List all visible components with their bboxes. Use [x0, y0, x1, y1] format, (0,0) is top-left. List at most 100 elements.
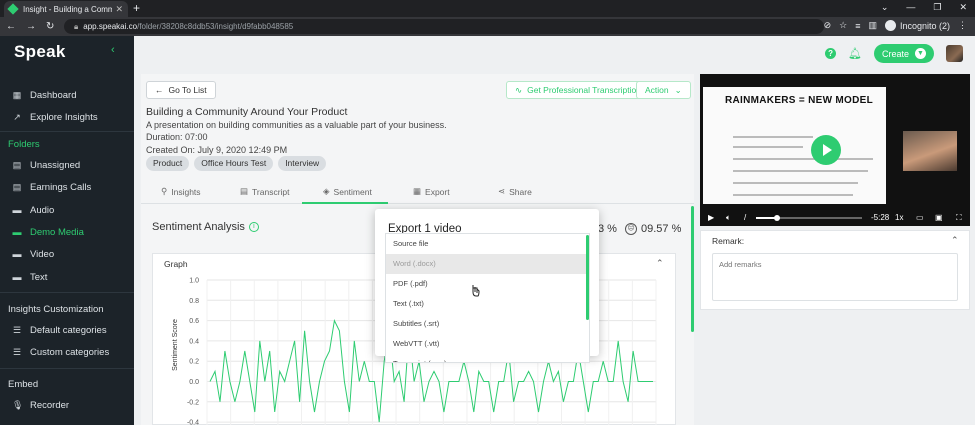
sidebar-item-default-categories[interactable]: ☰ Default categories: [12, 322, 107, 338]
sentiment-title: Sentiment Analysis: [152, 221, 245, 233]
folder-icon: ▬: [12, 248, 22, 259]
play-icon[interactable]: ▶: [708, 213, 714, 222]
sentiment-percentage: 3 %: [598, 223, 617, 235]
address-bar: ← → ↻ ⌂ 🔒︎app.speakai.co/folder/38208c8d…: [0, 17, 975, 36]
export-file-icon: ▦: [413, 186, 422, 196]
customization-heading: Insights Customization: [8, 304, 104, 315]
y-tick-label: 0.2: [189, 359, 199, 366]
kebab-menu-icon[interactable]: ⋮: [958, 20, 967, 31]
close-tab-icon[interactable]: ✕: [115, 4, 123, 15]
sidebar-item-earnings-calls[interactable]: ▤ Earnings Calls: [12, 179, 92, 195]
new-tab-icon[interactable]: +: [133, 1, 140, 15]
info-icon[interactable]: i: [248, 222, 259, 232]
incognito-badge[interactable]: Incognito (2): [884, 20, 950, 31]
sidebar-item-audio[interactable]: ▬ Audio: [12, 202, 55, 218]
chevron-up-icon[interactable]: ⌃: [656, 258, 664, 269]
sidebar-item-explore-insights[interactable]: ↗ Explore Insights: [12, 109, 97, 125]
scrollbar[interactable]: [691, 206, 694, 332]
video-progress-bar[interactable]: [756, 215, 862, 221]
export-option-pdf[interactable]: PDF (.pdf): [386, 274, 586, 294]
tag[interactable]: Office Hours Test: [194, 156, 274, 171]
tab-insights[interactable]: ⚲ Insights: [161, 186, 201, 197]
back-icon[interactable]: ←: [6, 21, 16, 32]
app-logo[interactable]: Speak: [14, 42, 66, 62]
list-icon: ☰: [12, 346, 22, 357]
tab-share[interactable]: ⋖ Share: [498, 186, 532, 197]
go-to-list-button[interactable]: ← Go To List: [146, 81, 216, 99]
export-option-source[interactable]: Source file: [386, 234, 586, 254]
avatar[interactable]: [946, 45, 963, 62]
export-option-text[interactable]: Text (.txt): [386, 294, 586, 314]
folder-icon: ▬: [12, 271, 22, 282]
export-format-list[interactable]: Source file Word (.docx) PDF (.pdf) Text…: [385, 233, 590, 363]
sidebar-item-video[interactable]: ▬ Video: [12, 246, 55, 262]
tag-list: Product Office Hours Test Interview: [146, 156, 327, 171]
bell-icon[interactable]: 🔔︎: [848, 47, 862, 60]
incognito-label: Incognito (2): [899, 20, 950, 31]
y-tick-label: -0.2: [187, 399, 199, 406]
sidebar-item-dashboard[interactable]: ▦ Dashboard: [12, 87, 77, 103]
sidebar-item-custom-categories[interactable]: ☰ Custom categories: [12, 344, 109, 360]
help-icon[interactable]: ?: [825, 48, 837, 59]
time-separator: /: [744, 213, 747, 222]
reload-icon[interactable]: ↻: [46, 21, 54, 32]
tab-sentiment[interactable]: ◈ Sentiment: [323, 186, 372, 197]
volume-icon[interactable]: 🔈︎: [726, 213, 731, 223]
tab-export[interactable]: ▦ Export: [413, 186, 450, 197]
chevron-down-icon[interactable]: ⌄: [881, 2, 889, 13]
y-tick-label: 0.8: [189, 298, 199, 305]
trend-icon: ↗: [13, 111, 21, 122]
export-option-word[interactable]: Word (.docx): [386, 254, 586, 274]
remark-input[interactable]: [712, 253, 958, 301]
url-host: app.speakai.co: [83, 22, 138, 31]
tag[interactable]: Interview: [278, 156, 327, 171]
reading-list-icon[interactable]: ≡: [855, 21, 860, 31]
pip-icon[interactable]: ▣: [935, 213, 943, 222]
minimize-icon[interactable]: —: [906, 2, 915, 13]
sidebar-item-demo-media[interactable]: ▬ Demo Media: [12, 224, 84, 240]
captions-icon[interactable]: ▭: [916, 213, 924, 222]
sidebar-item-label: Audio: [30, 204, 55, 216]
dropdown-scrollbar[interactable]: [586, 235, 589, 320]
sidebar-item-unassigned[interactable]: ▤ Unassigned: [12, 157, 80, 173]
export-option-subtitles[interactable]: Subtitles (.srt): [386, 314, 586, 334]
sidebar-item-recorder[interactable]: 🎙︎ Recorder: [12, 397, 69, 413]
eye-off-icon[interactable]: ⊘: [824, 20, 832, 31]
slide-text-line: [733, 158, 873, 160]
y-tick-label: 1.0: [189, 278, 199, 285]
fullscreen-icon[interactable]: ⛶: [956, 213, 962, 223]
sidebar-item-text[interactable]: ▬ Text: [12, 269, 48, 285]
create-button[interactable]: Create ▼: [873, 44, 934, 63]
slide-title: RAINMAKERS = NEW MODEL: [725, 95, 873, 106]
forward-icon[interactable]: →: [26, 21, 36, 32]
restore-icon[interactable]: ❐: [933, 2, 941, 13]
slide-text-line: [733, 182, 858, 184]
get-transcription-button[interactable]: ∿ Get Professional Transcription: [506, 81, 650, 99]
star-icon[interactable]: ☆: [839, 20, 847, 31]
sidebar-item-label: Unassigned: [30, 159, 81, 171]
export-option-webvtt[interactable]: WebVTT (.vtt): [386, 334, 586, 354]
sidepanel-icon[interactable]: ▥: [868, 20, 877, 31]
browser-tab[interactable]: Insight - Building a Community A ✕: [4, 1, 128, 17]
tag[interactable]: Product: [146, 156, 190, 171]
sidebar-item-label: Earnings Calls: [30, 181, 92, 193]
time-remaining: -5:28: [871, 213, 890, 222]
collapse-sidebar-icon[interactable]: ‹: [111, 44, 115, 56]
waveform-icon: ∿: [515, 84, 523, 95]
chevron-up-icon[interactable]: ⌃: [951, 235, 959, 246]
go-to-list-label: Go To List: [168, 85, 207, 95]
close-window-icon[interactable]: ✕: [959, 2, 967, 13]
insight-title: Building a Community Around Your Product: [146, 106, 348, 118]
slide-text-line: [733, 170, 868, 172]
share-icon: ⋖: [498, 186, 506, 196]
tab-transcript[interactable]: ▤ Transcript: [240, 186, 290, 197]
tab-label: Sentiment: [333, 186, 372, 197]
lock-icon: 🔒︎: [74, 22, 79, 31]
y-axis-label: Sentiment Score: [172, 319, 179, 371]
folder-icon: ▬: [12, 226, 22, 237]
action-button[interactable]: Action ⌄: [636, 81, 691, 99]
export-option-transcript[interactable]: Transcript (.csv): [386, 354, 586, 362]
play-button[interactable]: [811, 135, 841, 165]
playback-speed[interactable]: 1x: [895, 213, 903, 222]
url-field[interactable]: 🔒︎ app.speakai.co/folder/38208c8ddb53/ins…: [64, 19, 824, 34]
